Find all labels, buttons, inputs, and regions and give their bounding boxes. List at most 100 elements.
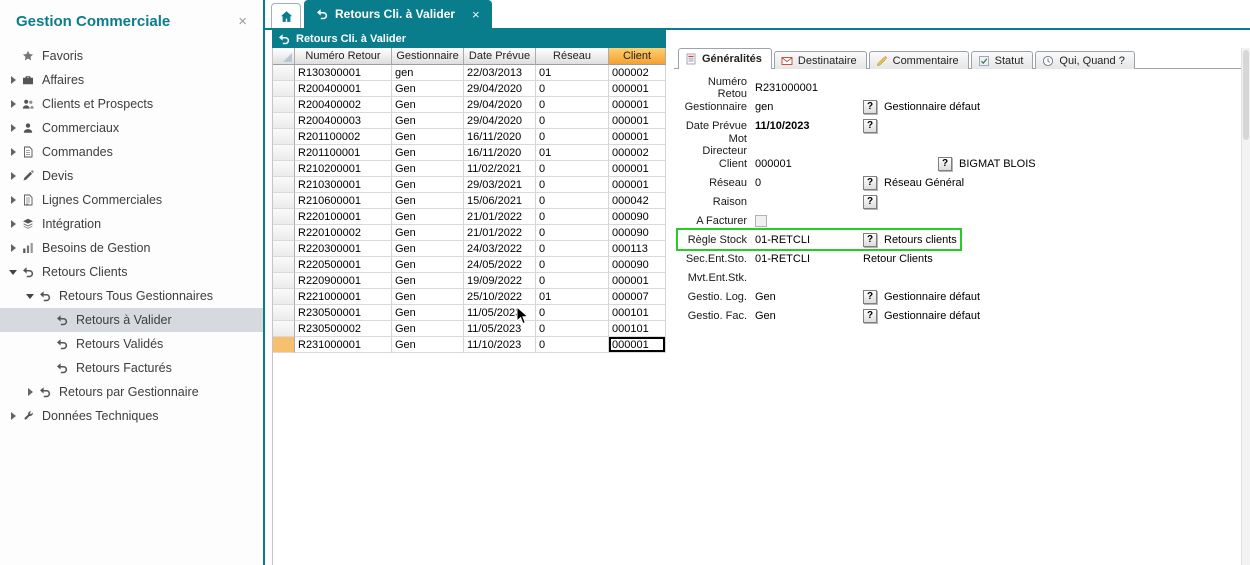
cell-client[interactable]: 000001	[609, 273, 666, 289]
cell-date-prevue[interactable]: 21/01/2022	[464, 209, 536, 225]
sidebar-item-favoris[interactable]: Favoris	[0, 44, 263, 68]
cell-client[interactable]: 000002	[609, 145, 666, 161]
cell-reseau[interactable]: 0	[536, 193, 609, 209]
chevron-right-icon[interactable]	[6, 100, 20, 108]
sidebar-item-retours-a-valider[interactable]: Retours à Valider	[0, 308, 263, 332]
column-header-date-prevue[interactable]: Date Prévue	[464, 48, 536, 65]
field-value-date-prevue[interactable]: 11/10/2023	[755, 120, 863, 132]
cell-numero-retour[interactable]: R201100002	[295, 129, 392, 145]
cell-reseau[interactable]: 0	[536, 209, 609, 225]
table-row[interactable]: R200400001Gen29/04/20200000001	[273, 81, 666, 97]
sidebar-item-clients-et-prospects[interactable]: Clients et Prospects	[0, 92, 263, 116]
cell-gestionnaire[interactable]: Gen	[392, 257, 464, 273]
field-value-client[interactable]: 000001	[755, 158, 938, 170]
chevron-down-icon[interactable]	[23, 294, 37, 299]
cell-numero-retour[interactable]: R220100001	[295, 209, 392, 225]
cell-reseau[interactable]: 01	[536, 65, 609, 81]
chevron-right-icon[interactable]	[6, 148, 20, 156]
sidebar-item-retours-clients[interactable]: Retours Clients	[0, 260, 263, 284]
sidebar-item-besoins-de-gestion[interactable]: Besoins de Gestion	[0, 236, 263, 260]
cell-client[interactable]: 000001	[609, 97, 666, 113]
row-selector-cell[interactable]	[273, 177, 295, 193]
row-selector-cell[interactable]	[273, 193, 295, 209]
cell-reseau[interactable]: 0	[536, 241, 609, 257]
cell-gestionnaire[interactable]: Gen	[392, 321, 464, 337]
sidebar-item-commerciaux[interactable]: Commerciaux	[0, 116, 263, 140]
cell-numero-retour[interactable]: R231000001	[295, 337, 392, 353]
row-selector-cell[interactable]	[273, 305, 295, 321]
table-row[interactable]: R210200001Gen11/02/20210000001	[273, 161, 666, 177]
table-row[interactable]: R200400003Gen29/04/20200000001	[273, 113, 666, 129]
cell-reseau[interactable]: 0	[536, 113, 609, 129]
cell-client[interactable]: 000002	[609, 65, 666, 81]
table-row[interactable]: R210600001Gen15/06/20210000042	[273, 193, 666, 209]
cell-reseau[interactable]: 0	[536, 305, 609, 321]
help-button[interactable]: ?	[863, 290, 877, 304]
chevron-right-icon[interactable]	[6, 196, 20, 204]
cell-reseau[interactable]: 0	[536, 225, 609, 241]
table-row[interactable]: R220900001Gen19/09/20220000001	[273, 273, 666, 289]
field-value-numero-retou[interactable]: R231000001	[755, 82, 863, 94]
cell-date-prevue[interactable]: 16/11/2020	[464, 145, 536, 161]
table-row[interactable]: R230500001Gen11/05/20230000101	[273, 305, 666, 321]
sidebar-item-retours-factures[interactable]: Retours Facturés	[0, 356, 263, 380]
pane-splitter[interactable]	[666, 30, 674, 565]
cell-numero-retour[interactable]: R230500001	[295, 305, 392, 321]
cell-numero-retour[interactable]: R220100002	[295, 225, 392, 241]
cell-gestionnaire[interactable]: Gen	[392, 113, 464, 129]
row-selector-cell[interactable]	[273, 161, 295, 177]
cell-client[interactable]: 000007	[609, 289, 666, 305]
cell-client[interactable]: 000113	[609, 241, 666, 257]
field-value-gestionnaire[interactable]: gen	[755, 101, 863, 113]
cell-gestionnaire[interactable]: Gen	[392, 305, 464, 321]
cell-date-prevue[interactable]: 25/10/2022	[464, 289, 536, 305]
cell-date-prevue[interactable]: 24/03/2022	[464, 241, 536, 257]
chevron-down-icon[interactable]	[6, 270, 20, 275]
field-value-gestio-log[interactable]: Gen	[755, 291, 863, 303]
cell-reseau[interactable]: 0	[536, 337, 609, 353]
column-header-reseau[interactable]: Réseau	[536, 48, 609, 65]
cell-client[interactable]: 000001	[609, 81, 666, 97]
cell-numero-retour[interactable]: R200400001	[295, 81, 392, 97]
chevron-right-icon[interactable]	[6, 172, 20, 180]
cell-client[interactable]: 000042	[609, 193, 666, 209]
cell-reseau[interactable]: 0	[536, 81, 609, 97]
table-row[interactable]: R130300001gen22/03/201301000002	[273, 65, 666, 81]
table-row[interactable]: R230500002Gen11/05/20230000101	[273, 321, 666, 337]
cell-numero-retour[interactable]: R220500001	[295, 257, 392, 273]
cell-date-prevue[interactable]: 11/02/2021	[464, 161, 536, 177]
cell-client[interactable]: 000001	[609, 113, 666, 129]
cell-gestionnaire[interactable]: Gen	[392, 177, 464, 193]
table-row[interactable]: R210300001Gen29/03/20210000001	[273, 177, 666, 193]
cell-gestionnaire[interactable]: Gen	[392, 129, 464, 145]
row-selector-cell[interactable]	[273, 289, 295, 305]
cell-client[interactable]: 000001	[609, 161, 666, 177]
cell-reseau[interactable]: 0	[536, 97, 609, 113]
cell-reseau[interactable]: 0	[536, 129, 609, 145]
help-button[interactable]: ?	[938, 157, 952, 171]
cell-reseau[interactable]: 0	[536, 273, 609, 289]
cell-numero-retour[interactable]: R200400003	[295, 113, 392, 129]
cell-client[interactable]: 000101	[609, 305, 666, 321]
cell-client[interactable]: 000090	[609, 209, 666, 225]
help-button[interactable]: ?	[863, 233, 877, 247]
cell-client[interactable]: 000001	[609, 177, 666, 193]
row-selector-cell[interactable]	[273, 209, 295, 225]
vertical-scrollbar[interactable]	[1241, 48, 1250, 565]
cell-gestionnaire[interactable]: Gen	[392, 161, 464, 177]
cell-numero-retour[interactable]: R210200001	[295, 161, 392, 177]
sidebar-item-integration[interactable]: Intégration	[0, 212, 263, 236]
chevron-right-icon[interactable]	[23, 388, 37, 396]
chevron-right-icon[interactable]	[6, 76, 20, 84]
cell-gestionnaire[interactable]: Gen	[392, 241, 464, 257]
chevron-right-icon[interactable]	[6, 412, 20, 420]
sidebar-item-commandes[interactable]: Commandes	[0, 140, 263, 164]
cell-numero-retour[interactable]: R210300001	[295, 177, 392, 193]
cell-gestionnaire[interactable]: Gen	[392, 145, 464, 161]
table-row[interactable]: R220300001Gen24/03/20220000113	[273, 241, 666, 257]
cell-reseau[interactable]: 0	[536, 321, 609, 337]
cell-gestionnaire[interactable]: gen	[392, 65, 464, 81]
row-selector-cell[interactable]	[273, 129, 295, 145]
row-selector-header[interactable]	[273, 48, 295, 65]
help-button[interactable]: ?	[863, 195, 877, 209]
